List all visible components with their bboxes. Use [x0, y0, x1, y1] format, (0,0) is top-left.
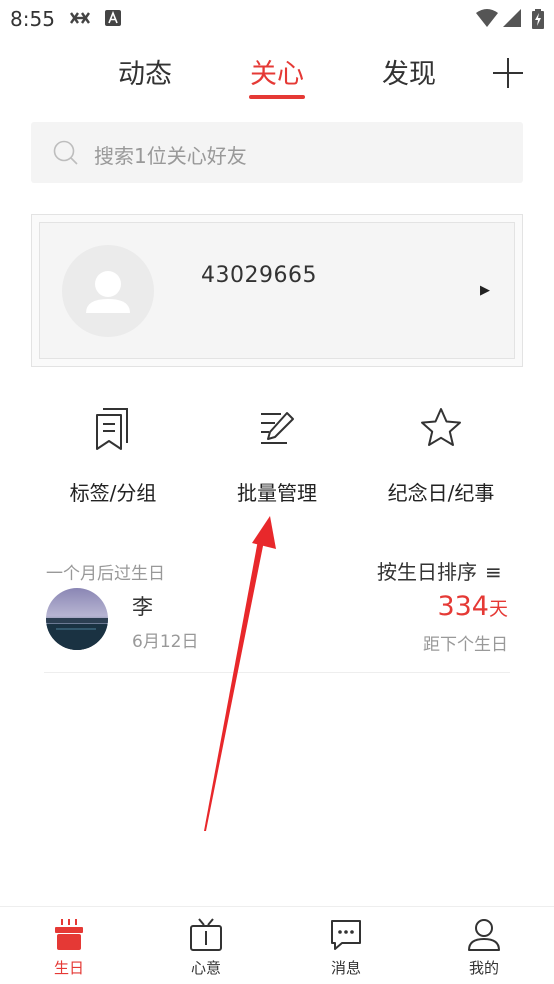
- top-tabs: 动态 关心 发现: [0, 44, 554, 104]
- tab-faxian[interactable]: 发现: [364, 52, 454, 91]
- batch-manage-button[interactable]: 批量管理: [202, 405, 352, 506]
- profile-card[interactable]: 43029665 ▶: [31, 214, 523, 367]
- tags-groups-label: 标签/分组: [69, 481, 157, 505]
- battery-charging-icon: [532, 9, 544, 29]
- sort-by-birthday-button[interactable]: 按生日排序 ≡: [377, 556, 502, 585]
- link-icon: [70, 12, 90, 24]
- avatar: [46, 588, 108, 650]
- edit-list-icon: [261, 412, 294, 444]
- card-arrow-icon: ▶: [480, 283, 490, 298]
- days-number: 334: [437, 591, 489, 622]
- nav-mine[interactable]: 我的: [439, 917, 529, 978]
- tags-groups-button[interactable]: 标签/分组: [38, 405, 188, 506]
- message-icon: [331, 920, 361, 950]
- nav-messages-label: 消息: [330, 959, 361, 977]
- menu-lines-icon: ≡: [485, 560, 502, 584]
- nav-messages[interactable]: 消息: [301, 917, 391, 978]
- star-icon: [421, 408, 461, 446]
- sort-label: 按生日排序: [377, 560, 477, 584]
- nav-gifts-label: 心意: [190, 959, 221, 977]
- app-notification-icon: [105, 10, 121, 26]
- search-icon: [53, 140, 78, 165]
- bottom-nav: 生日 心意 消息 我的: [0, 906, 554, 984]
- status-bar: 8:55: [0, 0, 554, 38]
- bookmarks-icon: [96, 408, 128, 450]
- nav-birthday-label: 生日: [53, 959, 84, 977]
- search-bar[interactable]: 搜索1位关心好友: [31, 122, 523, 183]
- nav-mine-label: 我的: [468, 959, 499, 977]
- days-caption: 距下个生日: [423, 635, 508, 655]
- status-time: 8:55: [10, 7, 55, 31]
- signal-icon: [503, 9, 521, 27]
- tab-dongtai[interactable]: 动态: [100, 52, 190, 91]
- birthday-date: 6月12日: [132, 632, 199, 652]
- days-countdown: 334天: [437, 591, 508, 622]
- person-name: 李: [132, 595, 153, 619]
- add-button[interactable]: [491, 56, 525, 90]
- section-label: 一个月后过生日: [46, 564, 165, 584]
- anniversary-button[interactable]: 纪念日/纪事: [366, 405, 516, 506]
- landscape-photo: [46, 588, 108, 650]
- nav-birthday[interactable]: 生日: [24, 917, 114, 978]
- active-tab-indicator: [249, 95, 305, 99]
- search-placeholder: 搜索1位关心好友: [94, 144, 247, 168]
- anniversary-label: 纪念日/纪事: [387, 481, 495, 505]
- user-icon: [468, 919, 500, 951]
- avatar: [62, 245, 154, 337]
- default-user-icon: [86, 271, 130, 313]
- list-item[interactable]: 李 6月12日 334天 距下个生日: [44, 585, 510, 673]
- days-unit: 天: [488, 598, 508, 620]
- profile-id: 43029665: [201, 263, 317, 288]
- batch-manage-label: 批量管理: [237, 481, 317, 505]
- cake-icon: [55, 919, 83, 950]
- nav-gifts[interactable]: 心意: [161, 917, 251, 978]
- profile-card-inner: 43029665 ▶: [39, 222, 515, 359]
- gift-box-icon: [190, 918, 222, 951]
- tab-guanxin[interactable]: 关心: [232, 52, 322, 91]
- wifi-icon: [476, 9, 498, 27]
